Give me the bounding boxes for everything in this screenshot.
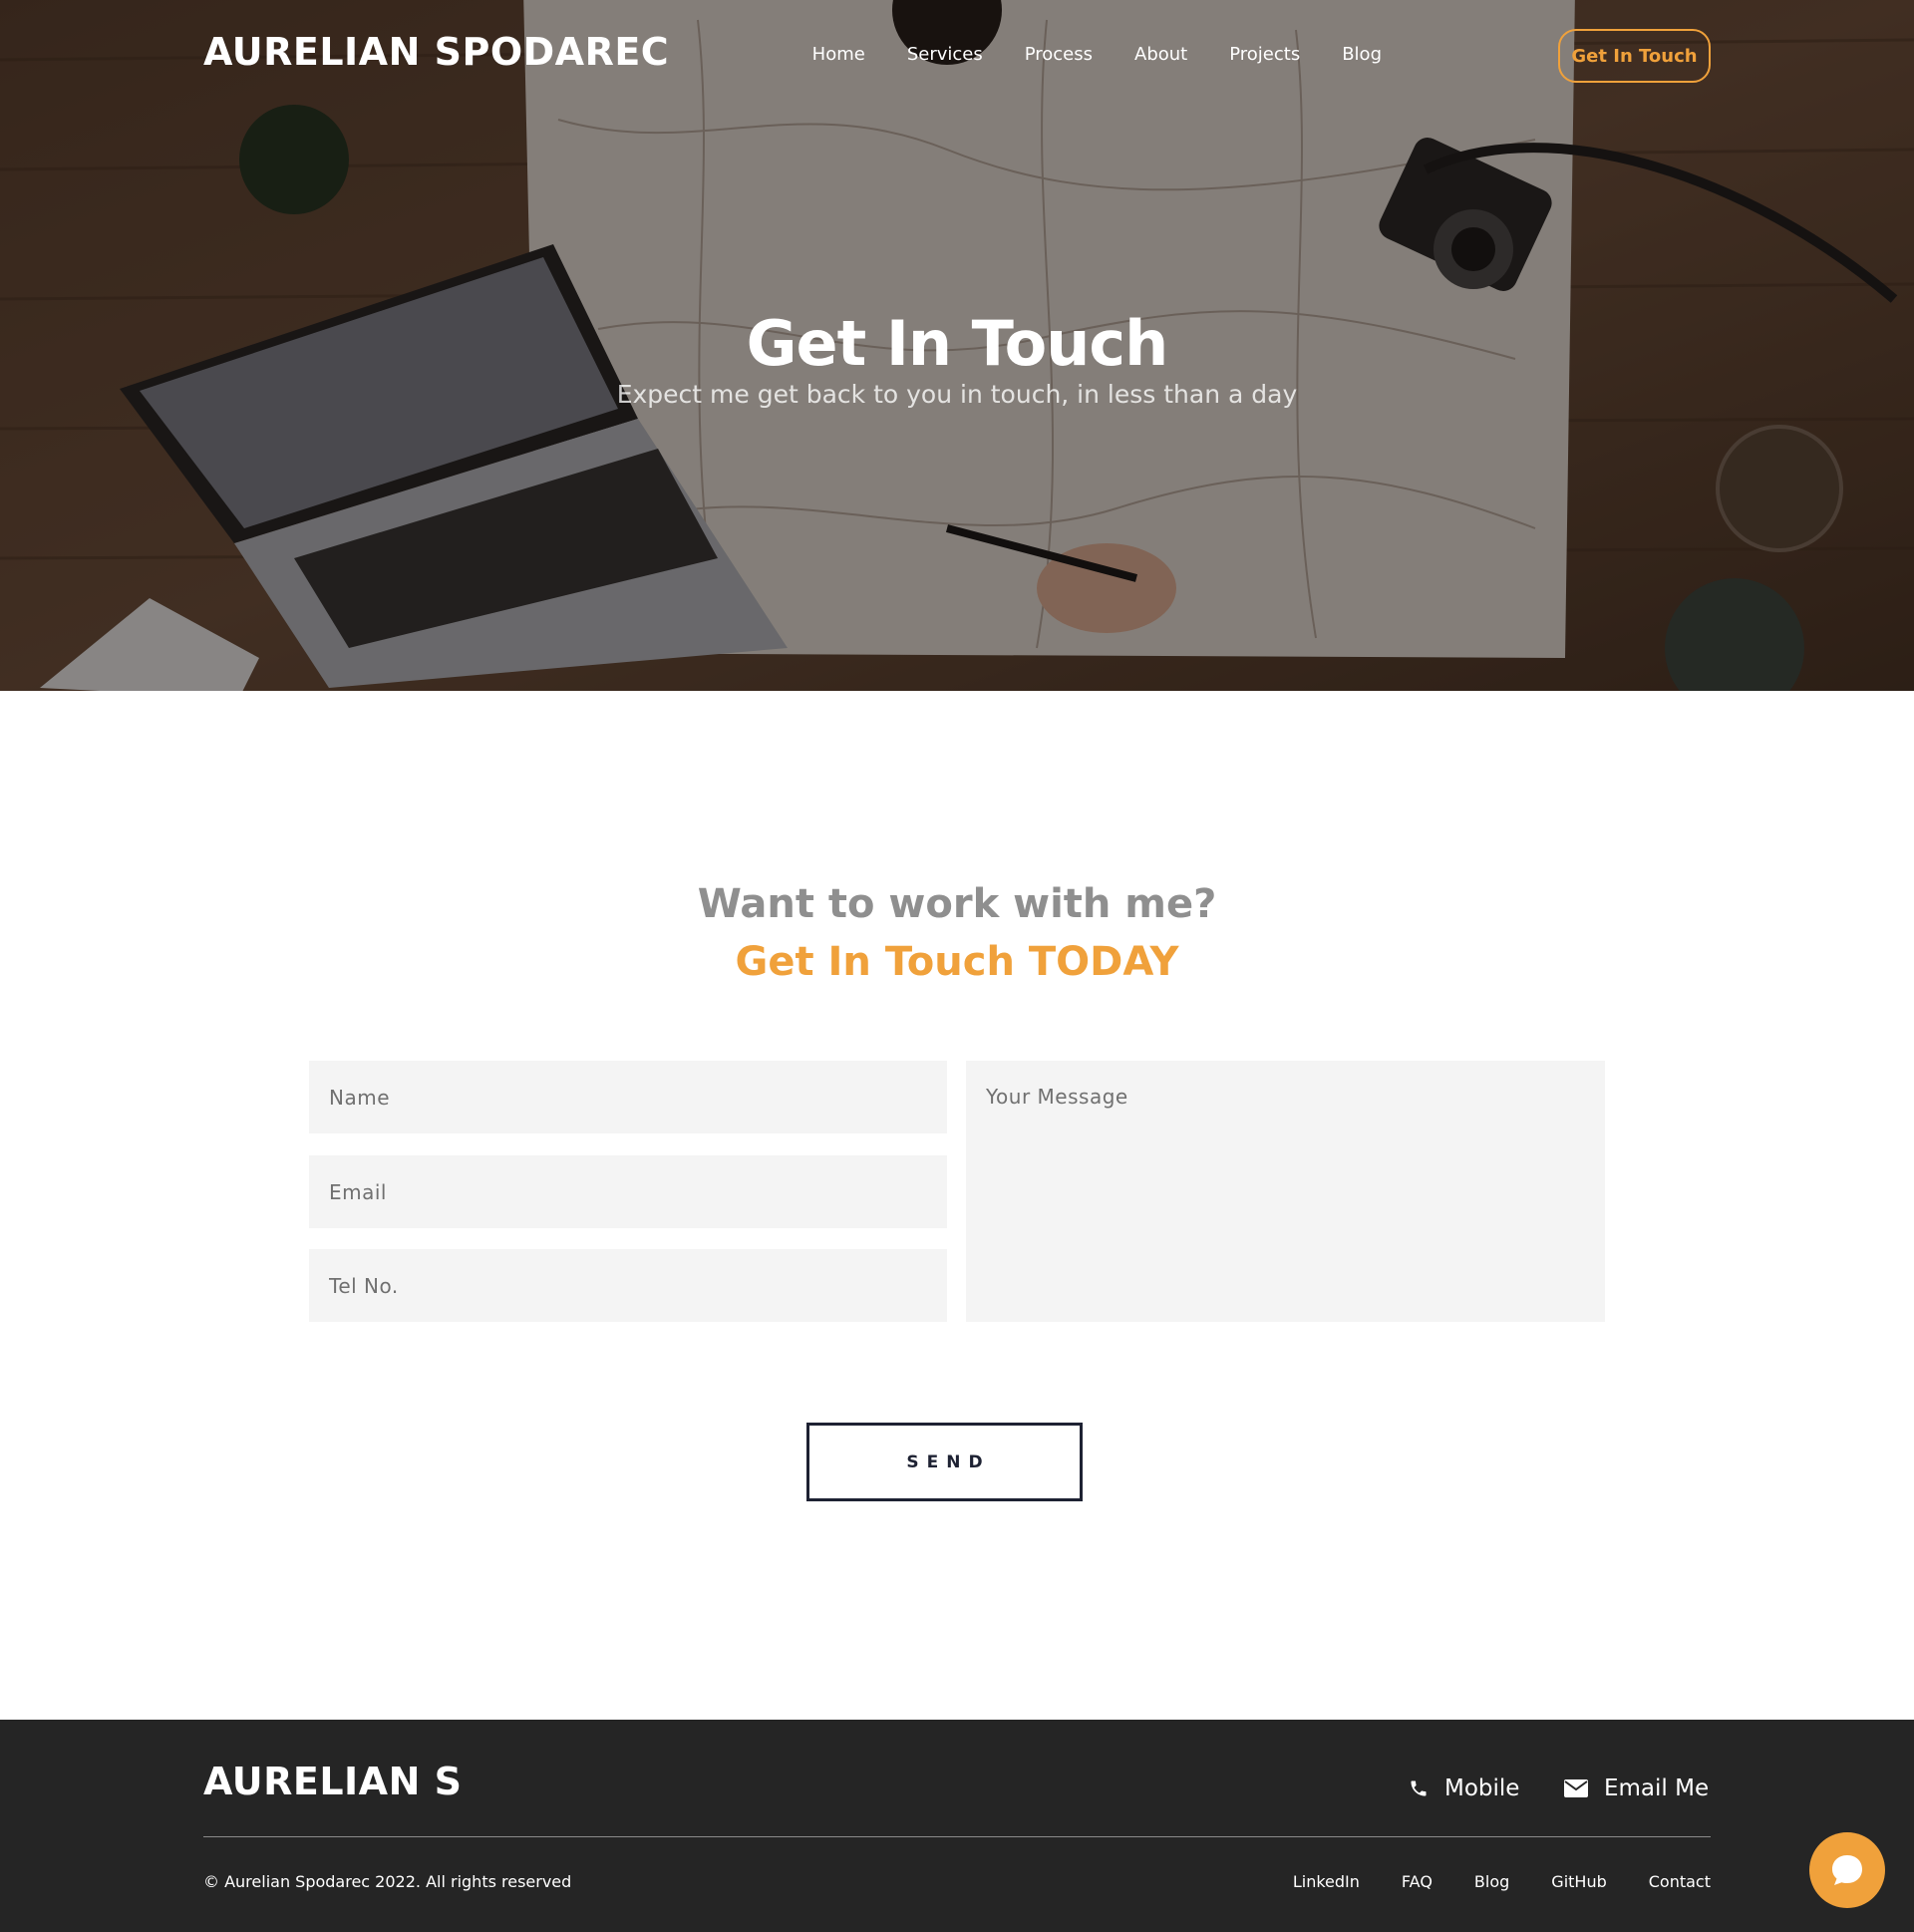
footer-link-faq[interactable]: FAQ bbox=[1402, 1872, 1433, 1891]
send-button[interactable]: SEND bbox=[806, 1423, 1083, 1501]
nav-item-blog[interactable]: Blog bbox=[1342, 44, 1382, 65]
tel-field[interactable] bbox=[309, 1249, 947, 1322]
site-brand[interactable]: AURELIAN SPODAREC bbox=[203, 30, 669, 74]
footer-mobile-label: Mobile bbox=[1444, 1775, 1520, 1801]
hero-section: AURELIAN SPODAREC Home Services Process … bbox=[0, 0, 1914, 691]
footer-email-label: Email Me bbox=[1604, 1775, 1710, 1801]
message-field[interactable] bbox=[966, 1061, 1605, 1322]
footer-link-blog[interactable]: Blog bbox=[1474, 1872, 1509, 1891]
chat-bubble-icon bbox=[1832, 1855, 1862, 1885]
nav-menu: Home Services Process About Projects Blo… bbox=[771, 44, 1382, 65]
contact-question: Want to work with me? bbox=[697, 881, 1217, 927]
nav-item-services[interactable]: Services bbox=[907, 44, 983, 65]
footer-email-link[interactable]: Email Me bbox=[1564, 1775, 1709, 1801]
hero-title: Get In Touch bbox=[746, 307, 1169, 380]
footer-mobile-link[interactable]: Mobile bbox=[1409, 1775, 1519, 1801]
get-in-touch-button[interactable]: Get In Touch bbox=[1558, 29, 1711, 83]
email-field[interactable] bbox=[309, 1155, 947, 1228]
phone-icon bbox=[1411, 1780, 1427, 1796]
envelope-icon bbox=[1564, 1779, 1588, 1797]
name-field[interactable] bbox=[309, 1061, 947, 1133]
footer-link-contact[interactable]: Contact bbox=[1649, 1872, 1711, 1891]
footer-link-linkedin[interactable]: LinkedIn bbox=[1293, 1872, 1360, 1891]
contact-tagline: Get In Touch TODAY bbox=[735, 939, 1179, 985]
copyright-text: © Aurelian Spodarec 2022. All rights res… bbox=[203, 1872, 572, 1891]
nav-item-about[interactable]: About bbox=[1134, 44, 1187, 65]
footer-divider bbox=[203, 1836, 1711, 1837]
nav-item-home[interactable]: Home bbox=[812, 44, 865, 65]
footer-link-github[interactable]: GitHub bbox=[1551, 1872, 1606, 1891]
footer-brand[interactable]: AURELIAN S bbox=[203, 1760, 462, 1803]
nav-item-projects[interactable]: Projects bbox=[1229, 44, 1300, 65]
footer-links: LinkedIn FAQ Blog GitHub Contact bbox=[1251, 1872, 1711, 1891]
nav-item-process[interactable]: Process bbox=[1025, 44, 1093, 65]
hero-subtitle: Expect me get back to you in touch, in l… bbox=[616, 380, 1298, 409]
top-navigation: AURELIAN SPODAREC Home Services Process … bbox=[0, 0, 1914, 110]
contact-heading: Want to work with me? Get In Touch TODAY bbox=[0, 875, 1914, 991]
chat-widget-button[interactable] bbox=[1809, 1832, 1885, 1908]
footer: AURELIAN S Mobile Email Me © Aurelian Sp… bbox=[0, 1720, 1914, 1932]
